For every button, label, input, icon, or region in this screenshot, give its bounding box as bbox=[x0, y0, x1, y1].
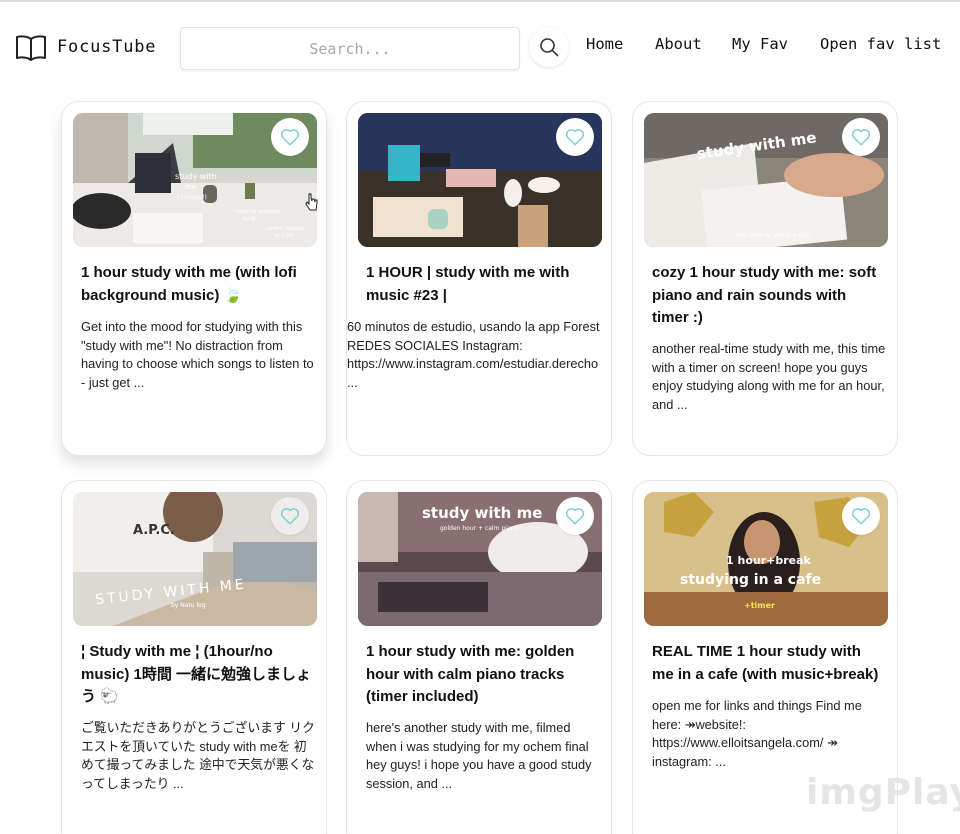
video-title[interactable]: 1 HOUR | study with me with music #23 | bbox=[366, 262, 598, 307]
heart-icon bbox=[280, 129, 300, 146]
video-description: ご覧いただきありがとうございます リクエストを頂いていた study with … bbox=[81, 720, 315, 791]
heart-icon bbox=[851, 129, 871, 146]
video-card[interactable]: 1 HOUR | study with me with music #23 | … bbox=[346, 101, 612, 456]
video-card[interactable]: study with me (+music!) listening asmr/l… bbox=[61, 101, 327, 456]
thumb-text: real time w/ piano + rain bbox=[736, 232, 811, 239]
thumb-text: study with me bbox=[422, 504, 542, 522]
thumb-text: +timer bbox=[744, 601, 775, 610]
video-card[interactable]: study with me golden hour + calm piano 1… bbox=[346, 480, 612, 834]
nav-home[interactable]: Home bbox=[586, 35, 623, 53]
favorite-button[interactable] bbox=[842, 497, 880, 535]
watermark: imgPlay bbox=[806, 772, 960, 813]
brand[interactable]: FocusTube bbox=[15, 33, 156, 61]
thumb-text: by @.... bbox=[243, 216, 262, 222]
thumb-text: current reading bbox=[265, 226, 304, 232]
thumb-text: golden hour + calm piano bbox=[440, 525, 518, 532]
favorite-button[interactable] bbox=[556, 497, 594, 535]
heart-icon bbox=[851, 508, 871, 525]
search-field[interactable] bbox=[180, 27, 520, 70]
brand-name: FocusTube bbox=[57, 37, 157, 57]
search-button[interactable] bbox=[529, 27, 569, 67]
thumb-text: A.P.C. bbox=[133, 523, 175, 538]
video-title[interactable]: 1 hour study with me (with lofi backgrou… bbox=[81, 262, 313, 307]
video-description: Get into the mood for studying with this… bbox=[81, 319, 314, 390]
video-description: open me for links and things Find me her… bbox=[652, 698, 862, 769]
search-input[interactable] bbox=[181, 28, 519, 69]
video-card[interactable]: A.P.C. STUDY WITH ME by Natu log ¦ Study… bbox=[61, 480, 327, 834]
video-title[interactable]: ¦ Study with me ¦ (1hour/no music) 1時間 一… bbox=[81, 641, 313, 709]
thumb-text: listening asmr/lofi bbox=[235, 209, 280, 215]
favorite-button[interactable] bbox=[842, 118, 880, 156]
favorite-button[interactable] bbox=[271, 118, 309, 156]
favorite-button[interactable] bbox=[556, 118, 594, 156]
video-description: 60 minutos de estudio, usando la app For… bbox=[347, 319, 600, 390]
thumb-text: me bbox=[185, 183, 196, 191]
video-card[interactable]: study with me real time w/ piano + rain … bbox=[632, 101, 898, 456]
search-icon bbox=[540, 38, 559, 57]
favorite-button[interactable] bbox=[271, 497, 309, 535]
heart-icon bbox=[280, 508, 300, 525]
thumb-text: studying in a cafe bbox=[680, 572, 821, 588]
thumb-text: (+music!) bbox=[177, 194, 207, 201]
video-title[interactable]: REAL TIME 1 hour study with me in a cafe… bbox=[652, 641, 884, 686]
nav-open-fav-list[interactable]: Open fav list bbox=[820, 35, 941, 53]
nav-my-fav[interactable]: My Fav bbox=[732, 35, 788, 53]
thumb-text: by Natu log bbox=[171, 602, 206, 609]
video-title[interactable]: cozy 1 hour study with me: soft piano an… bbox=[652, 262, 884, 330]
video-description: another real-time study with me, this ti… bbox=[652, 341, 886, 412]
pointer-cursor-icon bbox=[305, 193, 319, 216]
video-title[interactable]: 1 hour study with me: golden hour with c… bbox=[366, 641, 598, 709]
thumb-text: 1 hour+break bbox=[726, 554, 812, 567]
thumb-text: study with bbox=[175, 172, 217, 181]
video-description: here's another study with me, filmed whe… bbox=[366, 720, 592, 791]
header: FocusTube Home About My Fav Open fav lis… bbox=[0, 2, 960, 88]
heart-icon bbox=[565, 508, 585, 525]
thumb-text: at 1:58 bbox=[275, 233, 293, 239]
nav-about[interactable]: About bbox=[655, 35, 702, 53]
book-icon bbox=[16, 35, 46, 61]
heart-icon bbox=[565, 129, 585, 146]
